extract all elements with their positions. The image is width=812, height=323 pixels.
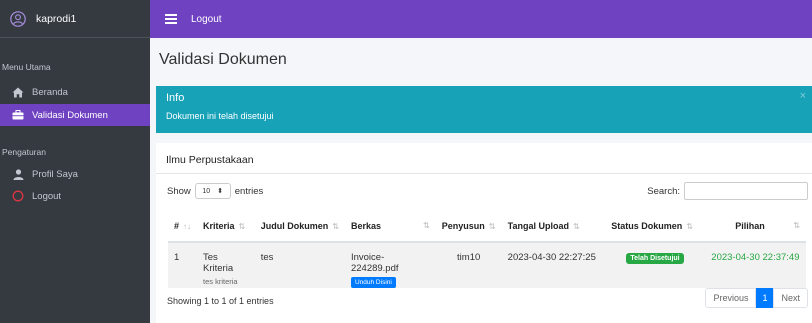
- user-avatar-icon: [10, 10, 26, 27]
- cell-status: Telah Disetujui: [605, 242, 705, 288]
- sort-asc-icon: ↑↓: [183, 221, 192, 231]
- sidebar-item-profil-saya[interactable]: Profil Saya: [0, 163, 150, 185]
- cell-berkas: Invoice-224289.pdf Unduh Disini: [344, 242, 436, 288]
- cell-penyusun: tim10: [435, 242, 502, 288]
- column-header-tangal-upload[interactable]: Tangal Upload ⇅: [501, 210, 606, 243]
- entries-select-value: 10: [202, 187, 211, 195]
- pagination: Previous 1 Next: [705, 288, 808, 308]
- column-header-berkas[interactable]: Berkas ⇅: [344, 210, 436, 243]
- user-panel[interactable]: kaprodi1: [0, 0, 150, 38]
- search-label: Search:: [647, 185, 680, 197]
- sidebar-item-label: Validasi Dokumen: [32, 109, 108, 121]
- cell-tanggal-upload: 2023-04-30 22:27:25: [501, 242, 606, 288]
- sidebar-item-label: Profil Saya: [32, 168, 78, 180]
- sort-icon: ⇅: [238, 221, 246, 231]
- status-badge: Telah Disetujui: [626, 253, 684, 264]
- menu-header-settings: Pengaturan: [2, 147, 46, 157]
- kriteria-description: tes kriteria: [203, 277, 238, 286]
- column-header-pilihan[interactable]: Pilihan ⇅: [704, 210, 806, 243]
- kriteria-name: Tes Kriteria: [203, 252, 234, 274]
- alert-close-icon[interactable]: ×: [800, 90, 806, 102]
- table-info: Showing 1 to 1 of 1 entries: [167, 296, 274, 306]
- page-title: Validasi Dokumen: [159, 51, 287, 68]
- top-navbar: Logout: [150, 0, 812, 38]
- table-header-row: # ↑↓ Kriteria ⇅ Judul Dokumen ⇅ Berkas ⇅ Pen…: [168, 210, 806, 243]
- card-divider: [156, 173, 812, 174]
- sidebar-item-label: Beranda: [32, 86, 68, 98]
- sort-icon: ⇅: [488, 221, 496, 231]
- search-control: Search:: [647, 182, 808, 200]
- column-header-status-dokumen[interactable]: Status Dokumen ⇅: [605, 210, 705, 243]
- download-button[interactable]: Unduh Disini: [350, 277, 396, 288]
- sidebar: kaprodi1 Menu Utama Beranda Validasi Dok…: [0, 0, 150, 323]
- sidebar-item-beranda[interactable]: Beranda: [0, 81, 150, 103]
- username: kaprodi1: [36, 12, 77, 25]
- sort-icon: ⇅: [422, 220, 430, 230]
- cell-kriteria: Tes Kriteria tes kriteria: [197, 242, 255, 288]
- show-entries-control: Show 10 ⬍ entries: [167, 183, 263, 199]
- sidebar-item-logout[interactable]: Logout: [0, 185, 150, 207]
- column-header-kriteria[interactable]: Kriteria ⇅: [197, 210, 255, 243]
- search-input[interactable]: [684, 182, 808, 200]
- pagination-page-1[interactable]: 1: [756, 288, 774, 308]
- briefcase-icon: [12, 109, 24, 121]
- show-label: Show: [167, 185, 191, 197]
- file-name: Invoice-224289.pdf: [350, 252, 399, 274]
- menu-header-main: Menu Utama: [2, 62, 51, 72]
- sort-icon: ⇅: [793, 220, 800, 230]
- sidebar-item-validasi-dokumen[interactable]: Validasi Dokumen: [0, 104, 150, 126]
- home-icon: [12, 86, 24, 98]
- user-icon: [12, 168, 24, 180]
- entries-select[interactable]: 10 ⬍: [194, 183, 231, 199]
- column-header-penyusun[interactable]: Penyusun ⇅: [435, 210, 502, 243]
- power-icon: [12, 190, 24, 202]
- documents-table: # ↑↓ Kriteria ⇅ Judul Dokumen ⇅ Berkas ⇅ Pen…: [168, 210, 806, 288]
- pagination-previous[interactable]: Previous: [705, 288, 757, 308]
- table-row: 1 Tes Kriteria tes kriteria tes Invoice-…: [168, 242, 806, 288]
- navbar-logout-link[interactable]: Logout: [191, 14, 222, 25]
- cell-judul: tes: [254, 242, 345, 288]
- info-alert: Info Dokumen ini telah disetujui ×: [156, 86, 812, 133]
- cell-pilihan: 2023-04-30 22:37:49: [704, 242, 806, 288]
- entries-label: entries: [234, 185, 264, 197]
- column-header-no[interactable]: # ↑↓: [168, 210, 198, 243]
- sidebar-item-label: Logout: [32, 190, 62, 202]
- pagination-next[interactable]: Next: [773, 288, 808, 308]
- hamburger-menu-icon[interactable]: [165, 14, 177, 24]
- documents-card: Ilmu Perpustakaan Show 10 ⬍ entries Sear…: [156, 143, 812, 323]
- column-header-judul-dokumen[interactable]: Judul Dokumen ⇅: [254, 210, 345, 243]
- select-arrows-icon: ⬍: [217, 188, 224, 195]
- sort-icon: ⇅: [573, 221, 580, 231]
- card-title: Ilmu Perpustakaan: [166, 154, 254, 166]
- alert-message: Dokumen ini telah disetujui: [166, 111, 274, 121]
- sort-icon: ⇅: [686, 221, 693, 231]
- sort-icon: ⇅: [332, 221, 339, 231]
- alert-title: Info: [166, 92, 185, 104]
- cell-no: 1: [168, 242, 198, 288]
